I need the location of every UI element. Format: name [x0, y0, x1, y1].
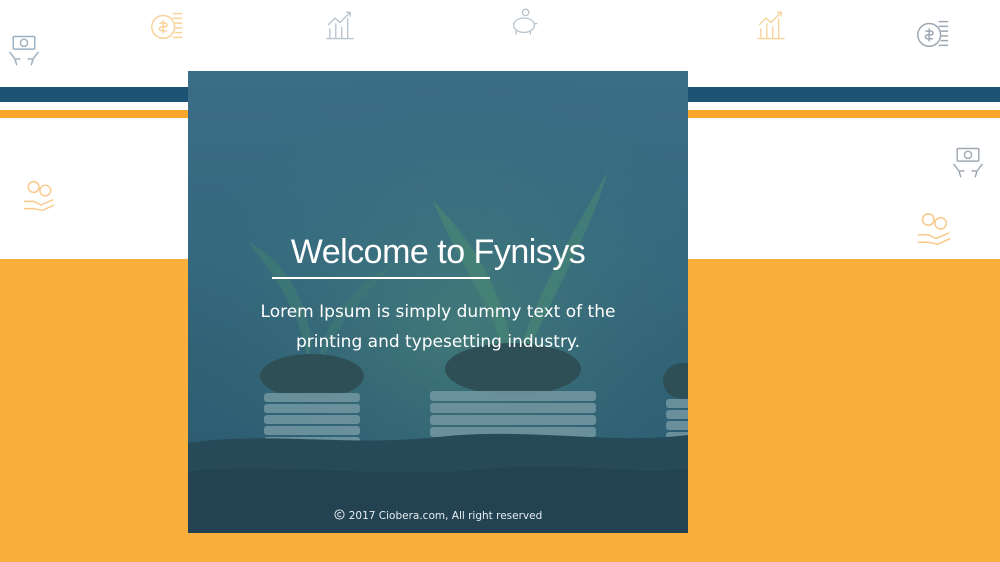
copyright-text: 2017 Ciobera.com, All right reserved: [348, 510, 543, 522]
dollar-stack-icon: [914, 14, 952, 52]
copyright-icon: [334, 509, 345, 522]
title-underline: [272, 277, 490, 279]
growth-chart-icon: [754, 8, 788, 42]
copyright-footer: 2017 Ciobera.com, All right reserved: [188, 509, 688, 522]
dollar-stack-icon: [148, 6, 186, 44]
welcome-title: Welcome to Fynisys: [290, 233, 586, 271]
coins-hand-icon: [20, 178, 58, 214]
coins-hand-icon: [914, 210, 954, 248]
piggy-bank-icon: [508, 6, 540, 38]
growth-chart-icon: [322, 8, 358, 42]
welcome-description: Lorem Ipsum is simply dummy text of the …: [260, 302, 616, 352]
money-hands-icon: [950, 144, 986, 180]
money-hands-icon: [6, 32, 42, 68]
welcome-card: Welcome to Fynisys Lorem Ipsum is simply…: [188, 71, 688, 533]
